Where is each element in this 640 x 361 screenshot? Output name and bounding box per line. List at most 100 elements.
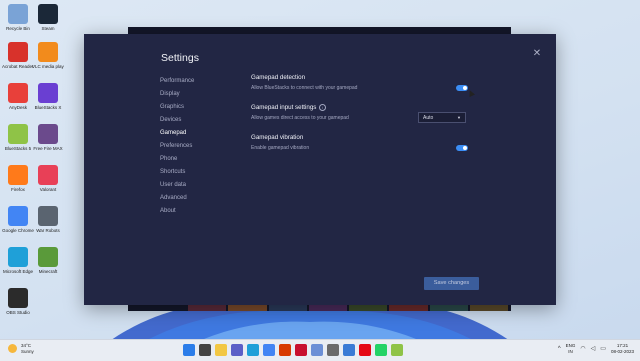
app-icon <box>38 4 58 24</box>
desktop-icon[interactable]: VLC media player <box>32 42 64 69</box>
app-icon <box>38 247 58 267</box>
desktop-icon[interactable]: OBS Studio <box>2 288 34 315</box>
desktop-icon[interactable]: Free Fire MAX <box>32 124 64 151</box>
photos-icon[interactable] <box>311 344 323 356</box>
desktop-icon-label: War Robots <box>36 228 60 233</box>
desktop-icon-label: Steam <box>41 26 55 31</box>
office-icon[interactable] <box>279 344 291 356</box>
nav-item-display[interactable]: Display <box>160 88 194 101</box>
gamepad-detection-desc: Allow BlueStacks to connect with your ga… <box>251 85 358 91</box>
nav-item-shortcuts[interactable]: Shortcuts <box>160 166 194 179</box>
desktop-icon-label: Google Chrome <box>2 228 34 233</box>
nav-item-preferences[interactable]: Preferences <box>160 140 194 153</box>
app-icon <box>8 4 28 24</box>
desktop-icon-label: Microsoft Edge <box>2 269 33 274</box>
desktop-icon-label: AnyDesk <box>8 105 27 110</box>
app-icon <box>8 288 28 308</box>
gamepad-vibration-desc: Enable gamepad vibration <box>251 145 310 151</box>
gamepad-vibration-title: Gamepad vibration <box>251 134 304 141</box>
netflix-icon[interactable] <box>359 344 371 356</box>
file-explorer-icon[interactable] <box>215 344 227 356</box>
desktop-icon[interactable]: Valorant <box>32 165 64 192</box>
nav-item-phone[interactable]: Phone <box>160 153 194 166</box>
gamepad-input-row: Allow games direct access to your gamepa… <box>251 112 471 123</box>
nav-item-devices[interactable]: Devices <box>160 114 194 127</box>
desktop-icon[interactable]: Google Chrome <box>2 206 34 233</box>
desktop-icon[interactable]: War Robots <box>32 206 64 233</box>
nav-item-performance[interactable]: Performance <box>160 75 194 88</box>
gamepad-input-select[interactable]: Auto ▼ <box>418 112 466 123</box>
bluestacks-icon[interactable] <box>391 344 403 356</box>
nav-item-user-data[interactable]: User data <box>160 179 194 192</box>
settings-dialog: Settings ✕ Performance Display Graphics … <box>84 34 556 305</box>
taskbar-pinned-apps <box>183 344 403 356</box>
desktop-icon[interactable]: Microsoft Edge <box>2 247 34 274</box>
settings-nav: Performance Display Graphics Devices Gam… <box>160 75 194 218</box>
desktop-icon[interactable]: BlueStacks X <box>32 83 64 110</box>
dialog-title: Settings <box>161 52 199 64</box>
search-icon[interactable] <box>199 344 211 356</box>
select-value: Auto <box>423 115 434 121</box>
nav-item-graphics[interactable]: Graphics <box>160 101 194 114</box>
nav-item-about[interactable]: About <box>160 205 194 218</box>
edge-icon[interactable] <box>247 344 259 356</box>
chrome-icon[interactable] <box>263 344 275 356</box>
close-icon[interactable]: ✕ <box>532 49 542 59</box>
battery-icon[interactable]: ▭ <box>600 345 606 352</box>
app-icon <box>38 42 58 62</box>
clock-date: 08-02-2023 <box>610 348 634 354</box>
desktop-icon[interactable]: Firefox <box>2 165 34 192</box>
desktop-icon-label: Free Fire MAX <box>33 146 63 151</box>
lang-line1: ENG <box>565 343 576 348</box>
language-indicator[interactable]: ENG IN <box>566 343 576 354</box>
desktop-icon[interactable]: AnyDesk <box>2 83 34 110</box>
chevron-up-icon[interactable]: ^ <box>558 346 561 352</box>
lang-line2: IN <box>568 348 573 354</box>
nav-item-gamepad[interactable]: Gamepad <box>160 127 194 140</box>
gamepad-input-desc: Allow games direct access to your gamepa… <box>251 115 349 121</box>
store-icon[interactable] <box>343 344 355 356</box>
desktop-icon[interactable]: Acrobat Reader DC <box>2 42 34 69</box>
clock[interactable]: 17:21 08-02-2023 <box>611 343 634 354</box>
weather-text: 34°C Sunny <box>21 343 34 354</box>
app-icon <box>8 206 28 226</box>
windows-start-icon[interactable] <box>183 344 195 356</box>
desktop-icon-label: VLC media player <box>32 64 64 69</box>
gamepad-input-title-text: Gamepad input settings <box>251 104 317 111</box>
app-icon <box>38 83 58 103</box>
wifi-icon[interactable]: ◠ <box>580 345 585 352</box>
desktop-icon-label: BlueStacks 5 <box>4 146 32 151</box>
toggle-knob <box>463 86 467 90</box>
app-icon <box>8 247 28 267</box>
chat-icon[interactable] <box>231 344 243 356</box>
desktop-icon[interactable]: Recycle Bin <box>2 4 34 31</box>
whatsapp-icon[interactable] <box>375 344 387 356</box>
desktop-icon[interactable]: Minecraft <box>32 247 64 274</box>
nav-item-advanced[interactable]: Advanced <box>160 192 194 205</box>
weather-widget[interactable]: 34°C Sunny <box>8 343 34 354</box>
taskbar: 34°C Sunny ^ ENG IN ◠ ◁ ▭ 17:21 08-02-20… <box>0 339 640 361</box>
desktop-icon-label: Recycle Bin <box>6 26 30 31</box>
gamepad-vibration-section: Gamepad vibration Enable gamepad vibrati… <box>251 133 471 153</box>
desktop-icon-label: Acrobat Reader DC <box>2 64 34 69</box>
save-changes-button[interactable]: Save changes <box>424 277 479 290</box>
volume-icon[interactable]: ◁ <box>591 345 596 352</box>
app-icon <box>38 206 58 226</box>
sun-icon <box>8 344 17 353</box>
gamepad-vibration-toggle[interactable] <box>456 145 468 151</box>
info-icon[interactable]: i <box>319 103 327 111</box>
weather-desc: Sunny <box>21 348 34 354</box>
app-icon <box>8 124 28 144</box>
settings-icon[interactable] <box>327 344 339 356</box>
gamepad-input-section: Gamepad input settings i Allow games dire… <box>251 103 471 123</box>
mcafee-icon[interactable] <box>295 344 307 356</box>
app-icon <box>38 165 58 185</box>
desktop-icon-label: OBS Studio <box>6 310 30 315</box>
system-tray: ^ ENG IN ◠ ◁ ▭ 17:21 08-02-2023 <box>558 343 634 354</box>
chevron-down-icon: ▼ <box>457 115 461 120</box>
desktop-icon[interactable]: BlueStacks 5 <box>2 124 34 151</box>
desktop-icon-label: Firefox <box>11 187 25 192</box>
desktop-icon-label: Minecraft <box>38 269 58 274</box>
gamepad-detection-toggle[interactable] <box>456 85 468 91</box>
desktop-icon[interactable]: Steam <box>32 4 64 31</box>
